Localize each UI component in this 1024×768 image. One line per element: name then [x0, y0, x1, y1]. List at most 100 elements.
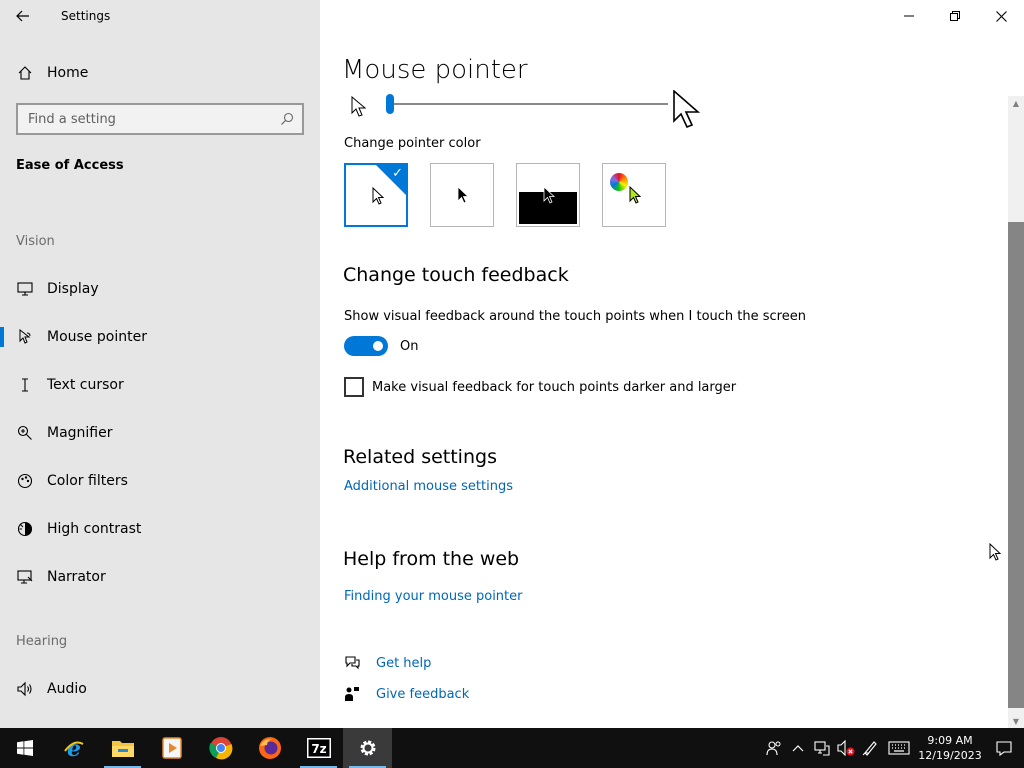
- sidebar-item-label: Text cursor: [47, 377, 124, 393]
- text-cursor-icon: [0, 377, 47, 393]
- taskbar-internet-explorer[interactable]: e: [49, 728, 98, 768]
- network-icon: [814, 741, 830, 756]
- taskbar-media-player[interactable]: [147, 728, 196, 768]
- sidebar-item-narrator[interactable]: Narrator: [0, 557, 320, 597]
- home-nav-item[interactable]: Home: [0, 56, 320, 90]
- search-icon[interactable]: [280, 112, 294, 126]
- back-button[interactable]: [0, 0, 46, 32]
- sidebar-item-label: Narrator: [47, 569, 106, 585]
- sidebar-item-high-contrast[interactable]: High contrast: [0, 509, 320, 549]
- pointer-color-inverted[interactable]: [516, 163, 580, 227]
- show-hidden-icons-button[interactable]: [786, 728, 810, 768]
- taskbar-firefox[interactable]: [245, 728, 294, 768]
- monitor-icon: [0, 281, 47, 297]
- keyboard-icon: [888, 741, 910, 755]
- get-help-row[interactable]: Get help: [344, 655, 431, 671]
- file-explorer-icon: [111, 741, 134, 757]
- sidebar-item-display[interactable]: Display: [0, 269, 320, 309]
- app-title: Settings: [61, 9, 111, 23]
- small-pointer-icon: [351, 96, 367, 117]
- volume-button[interactable]: [834, 728, 858, 768]
- group-label-hearing: Hearing: [16, 634, 68, 649]
- pointer-size-slider-thumb[interactable]: [386, 94, 394, 114]
- taskbar-7zip[interactable]: 7z: [294, 728, 343, 768]
- taskbar-settings[interactable]: [343, 728, 392, 768]
- svg-text:7z: 7z: [311, 742, 326, 756]
- pointer-color-black[interactable]: [430, 163, 494, 227]
- back-arrow-icon: [16, 10, 29, 22]
- window-controls: [886, 0, 1024, 32]
- group-label-vision: Vision: [16, 234, 55, 249]
- internet-explorer-icon: e: [63, 736, 83, 760]
- minimize-icon: [904, 15, 914, 17]
- taskbar-chrome[interactable]: [196, 728, 245, 768]
- svg-text:e: e: [67, 736, 81, 760]
- pointer-color-options: ✓: [344, 163, 666, 227]
- home-icon: [0, 65, 47, 81]
- settings-icon: [360, 740, 375, 756]
- search-box[interactable]: Find a setting: [16, 103, 304, 135]
- checkmark-icon: ✓: [392, 166, 403, 181]
- give-feedback-row[interactable]: Give feedback: [344, 686, 469, 702]
- pointer-color-custom[interactable]: [602, 163, 666, 227]
- darker-feedback-checkbox[interactable]: [344, 377, 364, 397]
- search-input[interactable]: Find a setting: [28, 112, 280, 127]
- finding-mouse-pointer-link[interactable]: Finding your mouse pointer: [344, 589, 523, 604]
- restore-button[interactable]: [932, 0, 978, 32]
- firefox-icon: [258, 737, 281, 759]
- pen-icon: [862, 741, 877, 756]
- network-button[interactable]: [810, 728, 834, 768]
- toggle-state-label: On: [400, 338, 419, 354]
- 7zip-icon: 7z: [306, 738, 331, 758]
- touch-feedback-toggle[interactable]: [344, 336, 388, 356]
- touch-keyboard-button[interactable]: [882, 728, 916, 768]
- high-contrast-icon: [0, 521, 47, 537]
- system-tray: 9:09 AM 12/19/2023: [762, 728, 1024, 768]
- sidebar-item-label: Magnifier: [47, 425, 113, 441]
- scroll-down-icon[interactable]: ▼: [1008, 714, 1024, 728]
- color-wheel-icon: [610, 173, 628, 191]
- inverted-cursor-icon: [543, 186, 556, 204]
- clock-date: 12/19/2023: [918, 749, 982, 762]
- section-title: Ease of Access: [16, 158, 124, 173]
- scroll-thumb[interactable]: [1008, 222, 1024, 708]
- pen-workspace-button[interactable]: [858, 728, 882, 768]
- sidebar-item-audio[interactable]: Audio: [0, 669, 320, 709]
- scroll-up-icon[interactable]: ▲: [1008, 96, 1024, 110]
- black-cursor-icon: [457, 186, 470, 204]
- close-button[interactable]: [978, 0, 1024, 32]
- taskbar-file-explorer[interactable]: [98, 728, 147, 768]
- people-button[interactable]: [762, 728, 786, 768]
- pointer-color-white[interactable]: ✓: [344, 163, 408, 227]
- large-pointer-icon: [673, 90, 701, 129]
- home-label: Home: [47, 65, 89, 81]
- get-help-link[interactable]: Get help: [376, 656, 431, 671]
- main-scrollbar[interactable]: ▲ ▼: [1008, 96, 1024, 728]
- sidebar-item-label: Display: [47, 281, 99, 297]
- clock[interactable]: 9:09 AM 12/19/2023: [916, 733, 984, 763]
- give-feedback-link[interactable]: Give feedback: [376, 687, 469, 702]
- sidebar-item-magnifier[interactable]: Magnifier: [0, 413, 320, 453]
- additional-mouse-settings-link[interactable]: Additional mouse settings: [344, 479, 513, 494]
- pointer-color-label: Change pointer color: [344, 136, 481, 151]
- pointer-size-slider-track[interactable]: [386, 103, 668, 105]
- white-cursor-icon: [372, 187, 385, 205]
- pointer-size-control: [350, 90, 710, 132]
- touch-feedback-toggle-row: On: [344, 336, 418, 356]
- sidebar-item-color-filters[interactable]: Color filters: [0, 461, 320, 501]
- sidebar-item-mouse-pointer[interactable]: Mouse pointer: [0, 317, 320, 357]
- narrator-icon: [0, 569, 47, 585]
- clock-time: 9:09 AM: [927, 734, 973, 747]
- sidebar-item-text-cursor[interactable]: Text cursor: [0, 365, 320, 405]
- related-settings-heading: Related settings: [343, 446, 497, 468]
- minimize-button[interactable]: [886, 0, 932, 32]
- start-button[interactable]: [0, 728, 49, 768]
- sidebar: Settings Home Find a setting Ease of Acc…: [0, 0, 320, 728]
- magnifier-icon: [0, 425, 47, 441]
- touch-feedback-heading: Change touch feedback: [343, 264, 569, 286]
- help-from-web-heading: Help from the web: [343, 548, 520, 570]
- sidebar-item-label: Mouse pointer: [47, 329, 147, 345]
- darker-feedback-label: Make visual feedback for touch points da…: [372, 379, 737, 395]
- action-center-button[interactable]: [984, 728, 1024, 768]
- give-feedback-icon: [345, 687, 359, 701]
